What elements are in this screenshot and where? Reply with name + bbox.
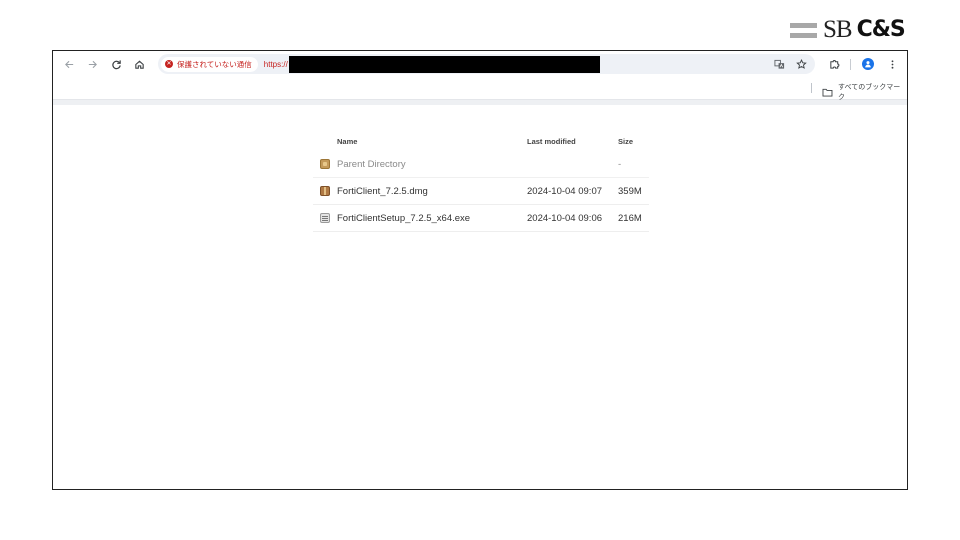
size-cell: 359M (618, 185, 642, 197)
url-redaction (288, 55, 600, 73)
package-icon (320, 186, 330, 196)
home-button[interactable] (131, 56, 147, 72)
logo-bars-mark (790, 21, 817, 40)
back-button[interactable] (61, 56, 77, 72)
kebab-menu-icon (891, 59, 893, 69)
home-icon (134, 60, 144, 69)
browser-window: ✕ 保護されていない通信 https:// すべてのブックマーク Name La… (52, 50, 908, 490)
star-icon (795, 58, 807, 69)
row-icon-cell (313, 213, 337, 223)
reload-icon (111, 59, 121, 69)
size-cell: - (618, 158, 622, 170)
logo-sb-text: SB (823, 16, 853, 43)
size-column-header[interactable]: Size (618, 137, 649, 146)
modified-column-header[interactable]: Last modified (527, 137, 618, 146)
file-link[interactable]: FortiClientSetup_7.2.5_x64.exe (337, 213, 527, 224)
arrow-left-icon (64, 60, 73, 68)
file-link[interactable]: FortiClient_7.2.5.dmg (337, 186, 527, 197)
bookmarks-divider (811, 83, 812, 93)
puzzle-icon (829, 59, 839, 69)
binary-file-icon (320, 213, 330, 223)
modified-cell: 2024-10-04 09:06 (527, 212, 603, 224)
table-row: FortiClient_7.2.5.dmg 2024-10-04 09:07 3… (313, 178, 649, 205)
profile-button[interactable] (860, 56, 876, 72)
folder-icon (320, 159, 330, 169)
address-bar[interactable]: ✕ 保護されていない通信 https:// (158, 54, 815, 74)
listing-header-row: Name Last modified Size (313, 131, 649, 151)
row-icon-cell (313, 159, 337, 169)
translate-icon (773, 59, 784, 69)
omnibox-actions (765, 56, 809, 72)
security-chip[interactable]: ✕ 保護されていない通信 (161, 56, 258, 72)
modified-cell: 2024-10-04 09:07 (527, 185, 603, 197)
menu-button[interactable] (884, 56, 900, 72)
table-row: Parent Directory - (313, 151, 649, 178)
page-top-strip (53, 99, 907, 105)
size-cell: 216M (618, 212, 642, 224)
bookmarks-bar: すべてのブックマーク (53, 77, 907, 102)
table-row: FortiClientSetup_7.2.5_x64.exe 2024-10-0… (313, 205, 649, 232)
forward-button[interactable] (84, 56, 100, 72)
avatar (862, 58, 874, 70)
folder-icon (822, 88, 833, 97)
browser-toolbar: ✕ 保護されていない通信 https:// (53, 51, 907, 77)
all-bookmarks-label: すべてのブックマーク (837, 84, 901, 101)
all-bookmarks-button[interactable]: すべてのブックマーク (822, 82, 907, 102)
name-column-header[interactable]: Name (337, 137, 527, 146)
url-scheme: https:// (263, 59, 288, 69)
parent-directory-link[interactable]: Parent Directory (337, 159, 527, 170)
row-icon-cell (313, 186, 337, 196)
translate-button[interactable] (771, 56, 787, 72)
directory-listing: Name Last modified Size Parent Directory… (313, 131, 649, 232)
extensions-button[interactable] (826, 56, 842, 72)
reload-button[interactable] (108, 56, 124, 72)
toolbar-divider (850, 59, 851, 70)
person-icon (865, 61, 871, 68)
security-label: 保護されていない通信 (177, 59, 252, 69)
arrow-right-icon (88, 60, 97, 68)
not-secure-icon: ✕ (165, 60, 173, 68)
bookmark-star-button[interactable] (793, 56, 809, 72)
logo-cs-text: C&S (856, 17, 906, 42)
sbcs-logo: SB C&S (790, 16, 906, 44)
